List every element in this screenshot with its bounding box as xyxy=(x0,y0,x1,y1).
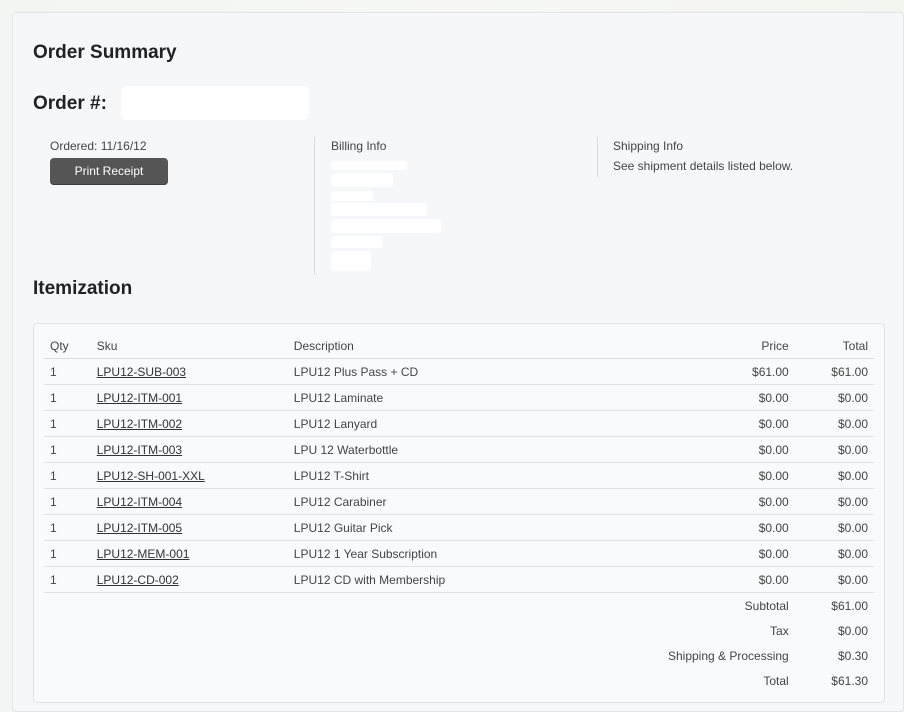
row-price: $0.00 xyxy=(691,462,795,489)
row-price: $0.00 xyxy=(691,540,795,567)
redacted-order-number xyxy=(121,86,309,120)
total-value: $61.30 xyxy=(831,673,868,688)
row-total: $0.00 xyxy=(794,514,874,541)
row-total: $0.00 xyxy=(794,566,874,593)
row-qty: 1 xyxy=(44,566,91,593)
sku-link[interactable]: LPU12-ITM-002 xyxy=(97,417,182,431)
column-header-qty: Qty xyxy=(44,334,91,359)
shipping-row: Shipping & Processing $0.30 xyxy=(44,643,874,668)
row-qty: 1 xyxy=(44,384,91,411)
sku-link[interactable]: LPU12-CD-002 xyxy=(97,573,179,587)
row-description: LPU 12 Waterbottle xyxy=(287,436,692,463)
row-description: LPU12 Guitar Pick xyxy=(287,514,692,541)
tax-value: $0.00 xyxy=(837,623,868,638)
row-price: $0.00 xyxy=(691,514,795,541)
row-qty: 1 xyxy=(44,540,91,567)
row-description: LPU12 Plus Pass + CD xyxy=(287,358,692,385)
row-description: LPU12 T-Shirt xyxy=(287,462,692,489)
subtotal-row: Subtotal $61.00 xyxy=(44,593,874,619)
itemization-title: Itemization xyxy=(33,278,133,299)
page-title: Order Summary xyxy=(33,42,177,63)
row-total: $0.00 xyxy=(794,436,874,463)
itemization-table-container: Qty Sku Description Price Total 1 LPU12-… xyxy=(33,323,885,703)
sku-link[interactable]: LPU12-ITM-005 xyxy=(97,521,182,535)
sku-link[interactable]: LPU12-ITM-001 xyxy=(97,391,182,405)
table-header-row: Qty Sku Description Price Total xyxy=(44,334,874,359)
table-row: 1 LPU12-ITM-001 LPU12 Laminate $0.00 $0.… xyxy=(44,384,874,411)
sku-link[interactable]: LPU12-MEM-001 xyxy=(97,547,190,561)
tax-label: Tax xyxy=(770,623,789,638)
total-row: Total $61.30 xyxy=(44,668,874,693)
table-row: 1 LPU12-SH-001-XXL LPU12 T-Shirt $0.00 $… xyxy=(44,462,874,489)
order-summary-panel: Order Summary Order #: Ordered: 11/16/12… xyxy=(12,12,904,712)
row-description: LPU12 Lanyard xyxy=(287,410,692,437)
sku-link[interactable]: LPU12-SH-001-XXL xyxy=(97,469,205,483)
row-total: $0.00 xyxy=(794,540,874,567)
row-total: $0.00 xyxy=(794,488,874,515)
row-total: $0.00 xyxy=(794,462,874,489)
table-row: 1 LPU12-ITM-004 LPU12 Carabiner $0.00 $0… xyxy=(44,488,874,515)
table-row: 1 LPU12-ITM-003 LPU 12 Waterbottle $0.00… xyxy=(44,436,874,463)
column-divider xyxy=(597,137,598,177)
row-qty: 1 xyxy=(44,488,91,515)
row-price: $61.00 xyxy=(691,358,795,385)
row-description: LPU12 1 Year Subscription xyxy=(287,540,692,567)
print-receipt-button[interactable]: Print Receipt xyxy=(50,158,168,185)
shipping-info-label: Shipping Info xyxy=(613,139,684,153)
table-row: 1 LPU12-SUB-003 LPU12 Plus Pass + CD $61… xyxy=(44,358,874,385)
column-header-sku: Sku xyxy=(90,334,288,359)
total-label: Total xyxy=(763,673,789,688)
order-number-label: Order #: xyxy=(33,93,107,114)
ordered-date: Ordered: 11/16/12 xyxy=(50,139,147,153)
tax-row: Tax $0.00 xyxy=(44,618,874,643)
sku-link[interactable]: LPU12-SUB-003 xyxy=(97,365,186,379)
row-price: $0.00 xyxy=(691,566,795,593)
table-row: 1 LPU12-ITM-002 LPU12 Lanyard $0.00 $0.0… xyxy=(44,410,874,437)
column-header-description: Description xyxy=(287,334,692,359)
column-divider xyxy=(314,137,315,275)
subtotal-value: $61.00 xyxy=(831,598,868,613)
row-price: $0.00 xyxy=(691,488,795,515)
table-row: 1 LPU12-ITM-005 LPU12 Guitar Pick $0.00 … xyxy=(44,514,874,541)
row-description: LPU12 Laminate xyxy=(287,384,692,411)
billing-info-label: Billing Info xyxy=(331,139,387,153)
shipping-value: $0.30 xyxy=(837,648,868,663)
table-row: 1 LPU12-CD-002 LPU12 CD with Membership … xyxy=(44,566,874,593)
row-qty: 1 xyxy=(44,462,91,489)
row-price: $0.00 xyxy=(691,436,795,463)
row-total: $0.00 xyxy=(794,410,874,437)
row-price: $0.00 xyxy=(691,410,795,437)
table-row: 1 LPU12-MEM-001 LPU12 1 Year Subscriptio… xyxy=(44,540,874,567)
column-header-price: Price xyxy=(691,334,795,359)
shipping-note: See shipment details listed below. xyxy=(613,159,794,173)
column-header-total: Total xyxy=(794,334,874,359)
row-qty: 1 xyxy=(44,410,91,437)
subtotal-label: Subtotal xyxy=(744,598,789,613)
shipping-label: Shipping & Processing xyxy=(667,648,789,663)
itemization-table: Qty Sku Description Price Total 1 LPU12-… xyxy=(44,334,874,693)
row-price: $0.00 xyxy=(691,384,795,411)
row-qty: 1 xyxy=(44,436,91,463)
row-description: LPU12 Carabiner xyxy=(287,488,692,515)
row-description: LPU12 CD with Membership xyxy=(287,566,692,593)
row-qty: 1 xyxy=(44,358,91,385)
row-total: $61.00 xyxy=(794,358,874,385)
sku-link[interactable]: LPU12-ITM-003 xyxy=(97,443,182,457)
sku-link[interactable]: LPU12-ITM-004 xyxy=(97,495,182,509)
row-qty: 1 xyxy=(44,514,91,541)
row-total: $0.00 xyxy=(794,384,874,411)
